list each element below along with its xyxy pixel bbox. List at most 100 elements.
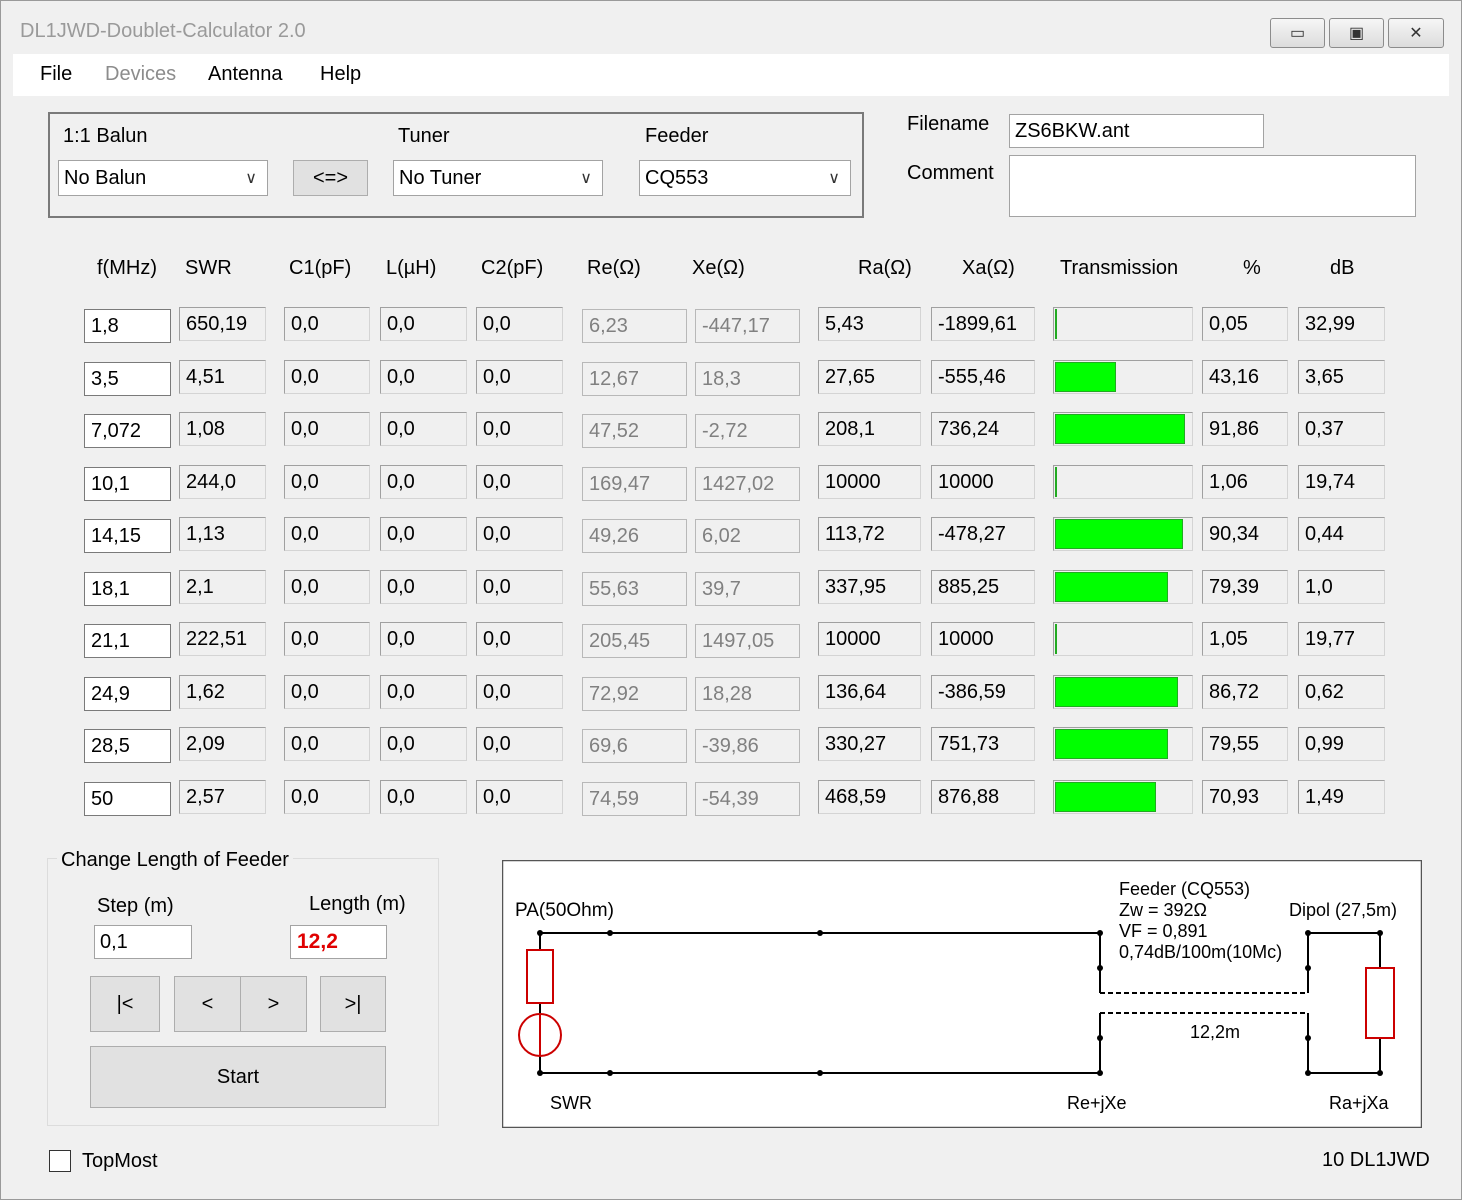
filename-field[interactable]: ZS6BKW.ant <box>1009 114 1264 148</box>
db-value: 19,77 <box>1298 622 1385 656</box>
c1-value: 0,0 <box>284 360 370 394</box>
xa-value: -386,59 <box>931 675 1035 709</box>
step-field[interactable]: 0,1 <box>94 925 192 959</box>
percent-value: 0,05 <box>1202 307 1288 341</box>
close-button[interactable]: ✕ <box>1388 18 1444 48</box>
c2-value: 0,0 <box>476 622 563 656</box>
percent-value: 1,05 <box>1202 622 1288 656</box>
percent-value: 90,34 <box>1202 517 1288 551</box>
freq-field[interactable]: 1,8 <box>84 309 171 343</box>
window-title: DL1JWD-Doublet-Calculator 2.0 <box>20 20 306 42</box>
c2-value: 0,0 <box>476 780 563 814</box>
menu-devices[interactable]: Devices <box>105 63 176 86</box>
minimize-button[interactable]: ▭ <box>1270 18 1325 48</box>
header-c2: C2(pF) <box>481 257 544 279</box>
l-value: 0,0 <box>380 675 467 709</box>
xe-value: -54,39 <box>695 782 800 816</box>
menu-help[interactable]: Help <box>320 63 361 86</box>
balun-select[interactable]: No Balun ∨ <box>58 160 268 196</box>
swr-value: 2,09 <box>179 727 266 761</box>
ra-value: 208,1 <box>818 412 921 446</box>
step-label: Step (m) <box>97 895 174 917</box>
l-value: 0,0 <box>380 727 467 761</box>
ra-value: 10000 <box>818 465 921 499</box>
l-value: 0,0 <box>380 412 467 446</box>
last-button[interactable]: >| <box>320 976 386 1032</box>
xe-value: -2,72 <box>695 414 800 448</box>
swr-value: 2,57 <box>179 780 266 814</box>
transmission-bar <box>1055 677 1178 707</box>
menu-antenna[interactable]: Antenna <box>208 63 283 86</box>
xa-value: -1899,61 <box>931 307 1035 341</box>
filename-label: Filename <box>907 113 990 135</box>
xe-value: 6,02 <box>695 519 800 553</box>
db-value: 3,65 <box>1298 360 1385 394</box>
re-value: 6,23 <box>582 309 687 343</box>
xa-value: 10000 <box>931 465 1035 499</box>
freq-field[interactable]: 7,072 <box>84 414 171 448</box>
c1-value: 0,0 <box>284 307 370 341</box>
topmost-checkbox[interactable] <box>49 1150 71 1172</box>
tuner-select[interactable]: No Tuner ∨ <box>393 160 603 196</box>
diagram-dipol: Dipol (27,5m) <box>1289 900 1397 920</box>
l-value: 0,0 <box>380 360 467 394</box>
xa-value: 751,73 <box>931 727 1035 761</box>
re-value: 169,47 <box>582 467 687 501</box>
swr-value: 1,62 <box>179 675 266 709</box>
freq-field[interactable]: 28,5 <box>84 729 171 763</box>
c2-value: 0,0 <box>476 517 563 551</box>
header-db: dB <box>1330 257 1355 279</box>
freq-field[interactable]: 18,1 <box>84 572 171 606</box>
start-button[interactable]: Start <box>90 1046 386 1108</box>
tuner-value: No Tuner <box>399 167 482 189</box>
xe-value: 39,7 <box>695 572 800 606</box>
transmission-bar <box>1055 624 1057 654</box>
transmission-bar <box>1055 467 1057 497</box>
freq-field[interactable]: 14,15 <box>84 519 171 553</box>
re-value: 47,52 <box>582 414 687 448</box>
header-transmission: Transmission <box>1060 257 1179 279</box>
comment-field[interactable] <box>1009 155 1416 217</box>
next-button[interactable]: > <box>240 976 307 1032</box>
c2-value: 0,0 <box>476 307 563 341</box>
xa-value: -555,46 <box>931 360 1035 394</box>
first-button[interactable]: |< <box>90 976 160 1032</box>
freq-field[interactable]: 50 <box>84 782 171 816</box>
feeder-select[interactable]: CQ553 ∨ <box>639 160 851 196</box>
xe-value: -447,17 <box>695 309 800 343</box>
transmission-bar <box>1055 729 1168 759</box>
diagram-vf: VF = 0,891 <box>1119 921 1208 941</box>
diagram-re: Re+jXe <box>1067 1093 1127 1113</box>
menu-file[interactable]: File <box>40 63 72 86</box>
l-value: 0,0 <box>380 570 467 604</box>
xe-value: 1497,05 <box>695 624 800 658</box>
diagram-pa-label: PA(50Ohm) <box>515 900 614 921</box>
xe-value: 1427,02 <box>695 467 800 501</box>
l-value: 0,0 <box>380 307 467 341</box>
xe-value: 18,3 <box>695 362 800 396</box>
re-value: 55,63 <box>582 572 687 606</box>
chevron-down-icon: ∨ <box>828 170 840 187</box>
length-field[interactable]: 12,2 <box>290 925 387 959</box>
diagram-swr: SWR <box>550 1093 592 1113</box>
close-icon: ✕ <box>1409 25 1423 42</box>
chevron-down-icon: ∨ <box>245 170 257 187</box>
transmission-track <box>1053 307 1193 341</box>
ra-value: 5,43 <box>818 307 921 341</box>
transmission-track <box>1053 622 1193 656</box>
freq-field[interactable]: 24,9 <box>84 677 171 711</box>
prev-button[interactable]: < <box>174 976 241 1032</box>
freq-field[interactable]: 10,1 <box>84 467 171 501</box>
xa-value: 885,25 <box>931 570 1035 604</box>
swap-button[interactable]: <=> <box>293 160 368 196</box>
re-value: 205,45 <box>582 624 687 658</box>
xa-value: 10000 <box>931 622 1035 656</box>
freq-field[interactable]: 21,1 <box>84 624 171 658</box>
transmission-track <box>1053 465 1193 499</box>
percent-value: 1,06 <box>1202 465 1288 499</box>
c2-value: 0,0 <box>476 360 563 394</box>
maximize-button[interactable]: ▣ <box>1329 18 1384 48</box>
length-label: Length (m) <box>309 893 406 915</box>
comment-label: Comment <box>907 162 994 184</box>
freq-field[interactable]: 3,5 <box>84 362 171 396</box>
